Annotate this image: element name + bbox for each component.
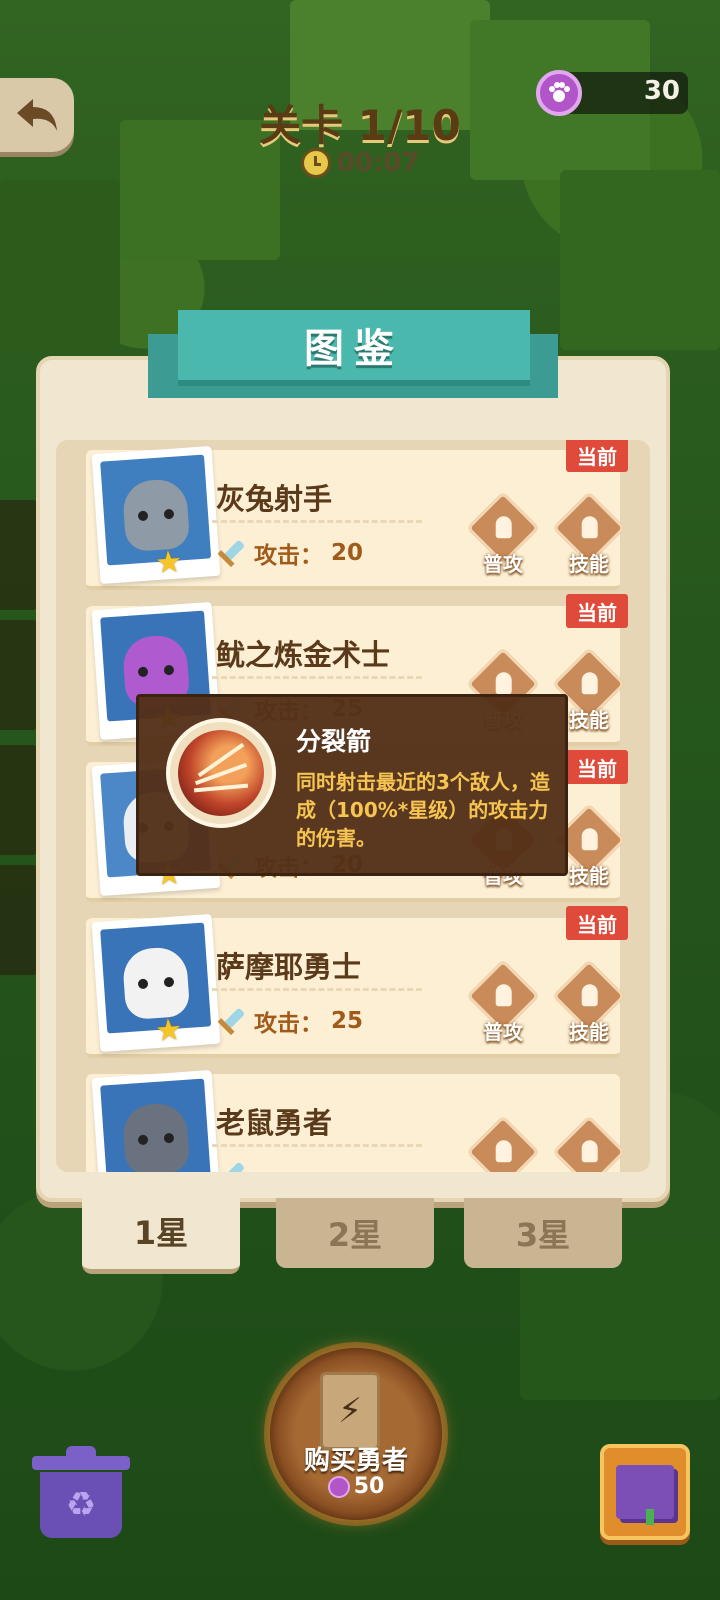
hero-attack — [216, 1160, 262, 1172]
skill-button[interactable]: 技能 — [552, 959, 626, 1044]
split-arrow-skill-icon — [166, 718, 276, 828]
paw-coin-icon — [536, 70, 582, 116]
side-hero-slot[interactable] — [0, 500, 40, 610]
coin-value: 30 — [643, 76, 680, 106]
star-icon: ★ — [154, 1012, 184, 1050]
sword-icon — [210, 532, 252, 574]
tab-1-star[interactable]: 1星 — [82, 1192, 240, 1274]
tooltip-description: 同时射击最近的3个敌人，造成（100%*星级）的攻击力的伤害。 — [296, 770, 550, 850]
buy-hero-label: 购买勇者 — [303, 1446, 408, 1476]
recycle-bin-button[interactable]: ♻ — [32, 1444, 130, 1540]
side-hero-slot[interactable] — [0, 745, 40, 855]
skill-button[interactable]: 技能 — [552, 491, 626, 576]
hero-name: 萨摩耶勇士 — [216, 950, 362, 984]
hero-portrait: ★ — [91, 445, 221, 585]
attack-value: 25 — [331, 1008, 364, 1034]
normal-attack-button[interactable]: 普攻 — [466, 491, 540, 576]
book-icon — [616, 1465, 674, 1525]
normal-attack-button[interactable]: 普攻 — [466, 959, 540, 1044]
lightning-card-icon: ⚡ — [320, 1372, 380, 1450]
attack-label: 攻击： — [254, 543, 323, 569]
hero-card[interactable]: ★ 灰兔射手 攻击： 20 普攻 技能 当前 — [86, 440, 628, 590]
panel-title: 图鉴 — [304, 326, 404, 372]
side-hero-slot[interactable] — [0, 620, 40, 730]
hero-portrait: ★ — [91, 913, 221, 1053]
tab-3-star[interactable]: 3星 — [464, 1198, 622, 1268]
attack-label: 攻击： — [254, 1011, 323, 1037]
current-badge: 当前 — [566, 594, 628, 628]
hero-card[interactable]: ★ 老鼠勇者 — [86, 1069, 626, 1172]
tooltip-title: 分裂箭 — [296, 727, 372, 756]
hero-attack: 攻击： 25 — [216, 1004, 363, 1038]
star-icon: ★ — [154, 544, 184, 582]
skill-label: 技能 — [569, 1020, 609, 1044]
paw-coin-icon — [327, 1475, 350, 1498]
tab-2-star[interactable]: 2星 — [276, 1198, 434, 1268]
buy-cost-value: 50 — [353, 1474, 385, 1499]
timer: 00:07 — [0, 148, 720, 178]
current-badge: 当前 — [566, 440, 628, 472]
star-icon: ★ — [154, 1168, 183, 1172]
hero-name: 鱿之炼金术士 — [216, 638, 391, 672]
side-hero-slot[interactable] — [0, 865, 40, 975]
clock-icon — [300, 148, 331, 178]
hero-name: 灰兔射手 — [216, 482, 333, 516]
normal-attack-button[interactable] — [466, 1115, 540, 1172]
codex-book-button[interactable] — [600, 1444, 690, 1540]
current-badge: 当前 — [566, 906, 628, 940]
hero-attack: 攻击： 20 — [216, 536, 363, 570]
skill-icon — [552, 1115, 626, 1172]
normal-attack-label: 普攻 — [483, 1020, 523, 1044]
hero-name: 老鼠勇者 — [216, 1106, 333, 1140]
skill-button[interactable] — [552, 1115, 626, 1172]
skill-label: 技能 — [569, 552, 609, 576]
hero-portrait: ★ — [91, 1069, 221, 1172]
current-badge: 当前 — [566, 750, 628, 784]
timer-value: 00:07 — [336, 148, 420, 178]
hero-card[interactable]: ★ 萨摩耶勇士 攻击： 25 普攻 技能 当前 — [86, 906, 628, 1058]
recycle-icon: ♻ — [40, 1472, 122, 1538]
normal-attack-label: 普攻 — [483, 552, 523, 576]
attack-value: 20 — [331, 540, 364, 566]
buy-hero-cost: 50 — [270, 1474, 442, 1499]
sword-icon — [210, 1000, 252, 1042]
title-ribbon: 图鉴 — [178, 310, 530, 386]
normal-attack-icon — [466, 1115, 540, 1172]
